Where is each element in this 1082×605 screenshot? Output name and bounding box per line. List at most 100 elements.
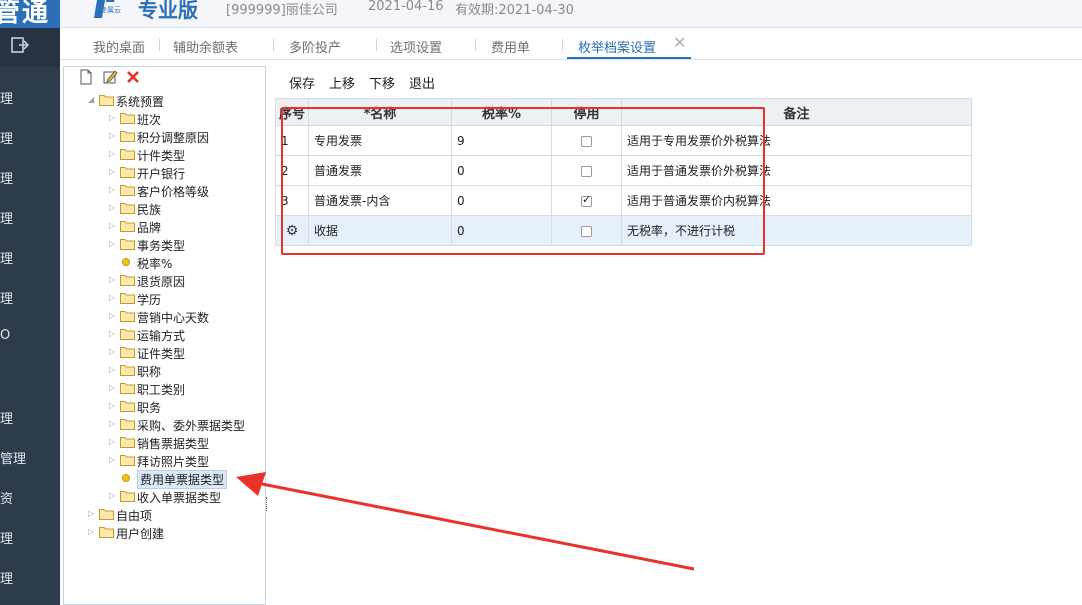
- nav-item-7[interactable]: O: [0, 328, 10, 343]
- expand-arrow-icon[interactable]: ▷: [109, 419, 119, 429]
- folder-icon: [120, 364, 135, 376]
- tab-separator: [159, 39, 160, 51]
- exit-button[interactable]: 退出: [409, 73, 435, 92]
- nav-item-2[interactable]: 理: [0, 128, 13, 147]
- brand-name: 专业版: [138, 0, 198, 22]
- folder-icon: [120, 238, 135, 250]
- nav-item-6[interactable]: 理: [0, 288, 13, 307]
- tree-node-label: 费用单票据类型: [137, 470, 228, 489]
- table-row[interactable]: 2 普通发票 0 适用于普通发票价外税算法: [275, 155, 972, 186]
- tab-desktop[interactable]: 我的桌面: [93, 37, 145, 56]
- new-file-icon[interactable]: [78, 69, 94, 85]
- tree-node-label: 民族: [137, 203, 162, 217]
- row-name[interactable]: 收据: [308, 215, 452, 246]
- expiry-date: 有效期:2021-04-30: [455, 3, 574, 18]
- edit-icon[interactable]: [102, 69, 118, 85]
- tab-expense[interactable]: 费用单: [491, 37, 530, 56]
- table-row[interactable]: 3 普通发票-内含 0 适用于普通发票价内税算法: [275, 185, 972, 216]
- row-rate[interactable]: 0: [451, 215, 552, 246]
- expand-arrow-icon[interactable]: ▷: [109, 347, 119, 357]
- content-area: 保存 上移 下移 退出 序号 *名称 税率% 停用 备注 1 专用发票 9 适用…: [272, 66, 1082, 605]
- disabled-checkbox[interactable]: [581, 135, 592, 147]
- table-row-current[interactable]: ⚙ 收据 0 无税率，不进行计税: [275, 215, 972, 246]
- row-name[interactable]: 普通发票-内含: [308, 185, 452, 216]
- folder-icon: [120, 490, 135, 502]
- nav-item-1[interactable]: 理: [0, 88, 13, 107]
- expand-arrow-icon[interactable]: ▷: [88, 527, 98, 537]
- nav-item-5[interactable]: 理: [0, 248, 13, 267]
- row-note[interactable]: 适用于专用发票价外税算法: [621, 125, 972, 156]
- expand-arrow-icon[interactable]: ▷: [109, 365, 119, 375]
- expand-arrow-icon[interactable]: ▷: [109, 455, 119, 465]
- expand-arrow-icon[interactable]: ▷: [109, 203, 119, 213]
- leaf-node-icon: [122, 258, 130, 266]
- table-row[interactable]: 1 专用发票 9 适用于专用发票价外税算法: [275, 125, 972, 156]
- folder-icon: [120, 220, 135, 232]
- expand-arrow-icon[interactable]: ▷: [109, 275, 119, 285]
- tree-node-label: 积分调整原因: [137, 131, 210, 145]
- nav-top[interactable]: [0, 28, 60, 67]
- tree-node-label: 职称: [137, 365, 162, 379]
- expand-arrow-icon[interactable]: ▷: [109, 311, 119, 321]
- nav-item-10[interactable]: 资: [0, 488, 13, 507]
- nav-item-11[interactable]: 理: [0, 528, 13, 547]
- row-note[interactable]: 无税率，不进行计税: [621, 215, 972, 246]
- tree-node-label: 收入单票据类型: [137, 491, 222, 505]
- expand-arrow-icon[interactable]: ▷: [109, 383, 119, 393]
- move-up-button[interactable]: 上移: [329, 73, 355, 92]
- disabled-checkbox[interactable]: [581, 165, 592, 177]
- exit-icon[interactable]: [11, 37, 29, 53]
- expand-arrow-icon[interactable]: ▷: [88, 509, 98, 519]
- disabled-checkbox[interactable]: [581, 225, 592, 237]
- tree-node-label: 事务类型: [137, 239, 186, 253]
- close-tab-icon[interactable]: ✕: [673, 33, 686, 52]
- delete-icon[interactable]: [125, 69, 141, 85]
- nav-item-8[interactable]: 理: [0, 408, 13, 427]
- expand-arrow-icon[interactable]: ▷: [109, 221, 119, 231]
- row-note[interactable]: 适用于普通发票价外税算法: [621, 155, 972, 186]
- tree-node-label: 证件类型: [137, 347, 186, 361]
- folder-icon: [99, 94, 114, 106]
- folder-icon: [120, 454, 135, 466]
- nav-item-3[interactable]: 理: [0, 168, 13, 187]
- disabled-checkbox[interactable]: [581, 193, 592, 207]
- collapse-arrow-icon[interactable]: ◢: [88, 95, 98, 105]
- nav-item-4[interactable]: 理: [0, 208, 13, 227]
- tab-bar: 我的桌面 辅助余额表 多阶投产 选项设置 费用单 枚举档案设置 ✕: [60, 28, 1082, 60]
- nav-item-12[interactable]: 理: [0, 568, 13, 587]
- tab-options[interactable]: 选项设置: [390, 37, 442, 56]
- expand-arrow-icon[interactable]: ▷: [109, 167, 119, 177]
- gear-icon[interactable]: ⚙: [286, 223, 299, 239]
- expand-arrow-icon[interactable]: ▷: [109, 185, 119, 195]
- nav-item-9[interactable]: 管理: [0, 448, 26, 467]
- save-button[interactable]: 保存: [289, 73, 315, 92]
- logo: 管通: [0, 0, 60, 28]
- expand-arrow-icon[interactable]: ▷: [109, 329, 119, 339]
- row-rate[interactable]: 0: [451, 155, 552, 186]
- folder-icon: [120, 112, 135, 124]
- expand-arrow-icon[interactable]: ▷: [109, 131, 119, 141]
- folder-icon: [120, 436, 135, 448]
- expand-arrow-icon[interactable]: ▷: [109, 437, 119, 447]
- row-rate[interactable]: 9: [451, 125, 552, 156]
- folder-icon: [120, 382, 135, 394]
- expand-arrow-icon[interactable]: ▷: [109, 149, 119, 159]
- tab-multistage[interactable]: 多阶投产: [289, 37, 341, 56]
- row-name[interactable]: 普通发票: [308, 155, 452, 186]
- tree-node-label: 自由项: [116, 509, 153, 523]
- row-edit-indicator[interactable]: ⚙: [275, 215, 309, 246]
- splitter[interactable]: [266, 497, 269, 511]
- row-note[interactable]: 适用于普通发票价内税算法: [621, 185, 972, 216]
- tree-node-label: 班次: [137, 113, 162, 127]
- expand-arrow-icon[interactable]: ▷: [109, 239, 119, 249]
- move-down-button[interactable]: 下移: [369, 73, 395, 92]
- tab-aux-balance[interactable]: 辅助余额表: [173, 37, 238, 56]
- expand-arrow-icon[interactable]: ▷: [109, 113, 119, 123]
- tab-enum-settings[interactable]: 枚举档案设置: [578, 37, 656, 56]
- row-rate[interactable]: 0: [451, 185, 552, 216]
- expand-arrow-icon[interactable]: ▷: [109, 491, 119, 501]
- expand-arrow-icon[interactable]: ▷: [109, 401, 119, 411]
- folder-icon: [120, 202, 135, 214]
- expand-arrow-icon[interactable]: ▷: [109, 293, 119, 303]
- row-name[interactable]: 专用发票: [308, 125, 452, 156]
